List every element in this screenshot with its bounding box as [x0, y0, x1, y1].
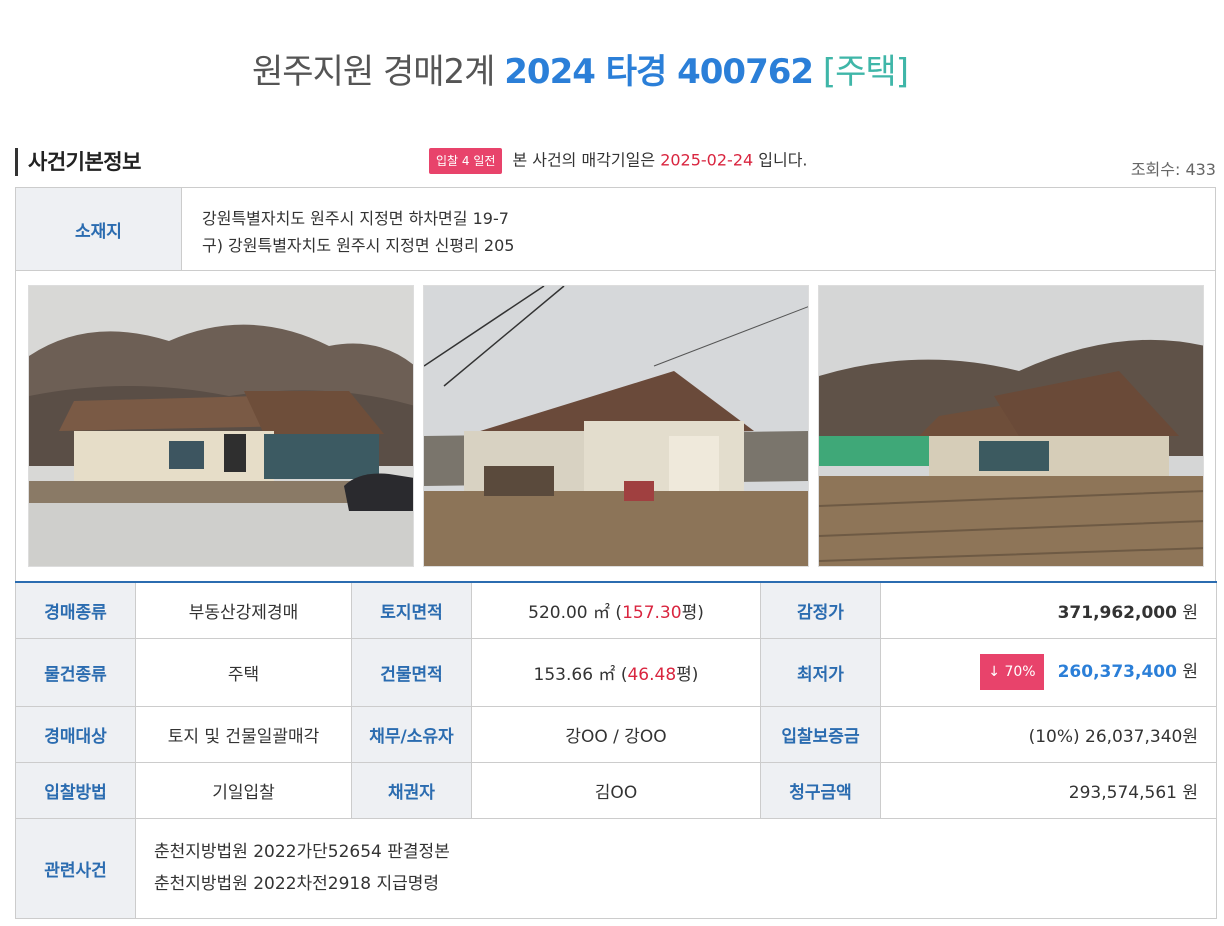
building-area-label: 건물면적 — [351, 637, 472, 707]
won-unit: 원 — [1182, 662, 1198, 682]
claim-label: 청구금액 — [760, 761, 881, 819]
won-unit: 원 — [1182, 602, 1198, 623]
case-number: 2024 타경 400762 — [504, 52, 814, 92]
appraisal-value: 371,962,000 원 — [880, 581, 1217, 639]
days-left-badge: 입찰 4 일전 — [429, 148, 503, 174]
item-type-label: 물건종류 — [15, 637, 136, 707]
land-area-label: 토지면적 — [351, 581, 472, 639]
location-value: 강원특별자치도 원주시 지정면 하차면길 19-7 구) 강원특별자치도 원주시… — [202, 205, 514, 259]
table-row: 관련사건 춘천지방법원 2022가단52654 판결정본 춘천지방법원 2022… — [15, 817, 1217, 919]
building-area-m2: 153.66 ㎡ ( — [533, 664, 628, 685]
building-area-pyeong: 46.48 — [627, 664, 677, 685]
min-price-value: ↓ 70% 260,373,400 원 — [880, 637, 1217, 707]
table-row: 경매종류 부동산강제경매 토지면적 520.00 ㎡ (157.30평) 감정가… — [15, 581, 1217, 639]
location-label: 소재지 — [16, 188, 182, 270]
land-area-pyeong: 157.30 — [622, 602, 682, 623]
photo-gallery — [15, 271, 1216, 581]
land-area-value: 520.00 ㎡ (157.30평) — [471, 581, 761, 639]
table-row: 경매대상 토지 및 건물일괄매각 채무/소유자 강OO / 강OO 입찰보증금 … — [15, 705, 1217, 763]
auction-type-value: 부동산강제경매 — [135, 581, 352, 639]
discount-badge: ↓ 70% — [980, 654, 1044, 690]
building-area-value: 153.66 ㎡ (46.48평) — [471, 637, 761, 707]
page-title: 원주지원 경매2계 2024 타경 400762 [주택] — [0, 44, 1160, 93]
related-label: 관련사건 — [15, 817, 136, 919]
target-label: 경매대상 — [15, 705, 136, 763]
claim-value: 293,574,561 원 — [880, 761, 1217, 819]
land-area-unit: 평) — [681, 602, 704, 623]
auction-type-label: 경매종류 — [15, 581, 136, 639]
property-type: [주택] — [822, 52, 909, 92]
method-label: 입찰방법 — [15, 761, 136, 819]
item-type-value: 주택 — [135, 637, 352, 707]
deposit-value: (10%) 26,037,340원 — [880, 705, 1217, 763]
target-value: 토지 및 건물일괄매각 — [135, 705, 352, 763]
notice-prefix: 본 사건의 매각기일은 — [512, 150, 656, 170]
sale-date-notice: 입찰 4 일전 본 사건의 매각기일은 2025-02-24 입니다. — [429, 148, 808, 174]
notice-suffix: 입니다. — [758, 150, 808, 170]
min-price-amount: 260,373,400 — [1057, 662, 1177, 682]
min-price-label: 최저가 — [760, 637, 881, 707]
appraisal-amount: 371,962,000 — [1057, 602, 1177, 623]
debtor-label: 채무/소유자 — [351, 705, 472, 763]
creditor-value: 김OO — [471, 761, 761, 819]
address: 강원특별자치도 원주시 지정면 하차면길 19-7 — [202, 209, 509, 228]
building-area-unit: 평) — [676, 664, 699, 685]
creditor-label: 채권자 — [351, 761, 472, 819]
related-cases: 춘천지방법원 2022가단52654 판결정본 춘천지방법원 2022차전291… — [135, 817, 1217, 919]
land-area-m2: 520.00 ㎡ ( — [528, 602, 623, 623]
appraisal-label: 감정가 — [760, 581, 881, 639]
related-case-link[interactable]: 춘천지방법원 2022가단52654 판결정본 — [154, 836, 1216, 868]
related-case-link[interactable]: 춘천지방법원 2022차전2918 지급명령 — [154, 868, 1216, 900]
info-table: 경매종류 부동산강제경매 토지면적 520.00 ㎡ (157.30평) 감정가… — [15, 581, 1217, 919]
house-front-photo[interactable] — [28, 285, 414, 567]
deposit-label: 입찰보증금 — [760, 705, 881, 763]
view-count: 조회수: 433 — [1130, 160, 1216, 179]
section-title: 사건기본정보 — [15, 148, 141, 176]
old-address: 구) 강원특별자치도 원주시 지정면 신평리 205 — [202, 236, 515, 255]
debtor-value: 강OO / 강OO — [471, 705, 761, 763]
method-value: 기일입찰 — [135, 761, 352, 819]
court-name: 원주지원 경매2계 — [252, 52, 495, 92]
house-side-photo[interactable] — [423, 285, 809, 567]
table-row: 물건종류 주택 건물면적 153.66 ㎡ (46.48평) 최저가 ↓ 70%… — [15, 637, 1217, 707]
table-row: 입찰방법 기일입찰 채권자 김OO 청구금액 293,574,561 원 — [15, 761, 1217, 819]
sale-date: 2025-02-24 — [660, 150, 754, 170]
house-field-photo[interactable] — [818, 285, 1204, 567]
section-header: 사건기본정보 입찰 4 일전 본 사건의 매각기일은 2025-02-24 입니다… — [15, 146, 1216, 180]
location-row: 소재지 강원특별자치도 원주시 지정면 하차면길 19-7 구) 강원특별자치도… — [15, 187, 1216, 271]
